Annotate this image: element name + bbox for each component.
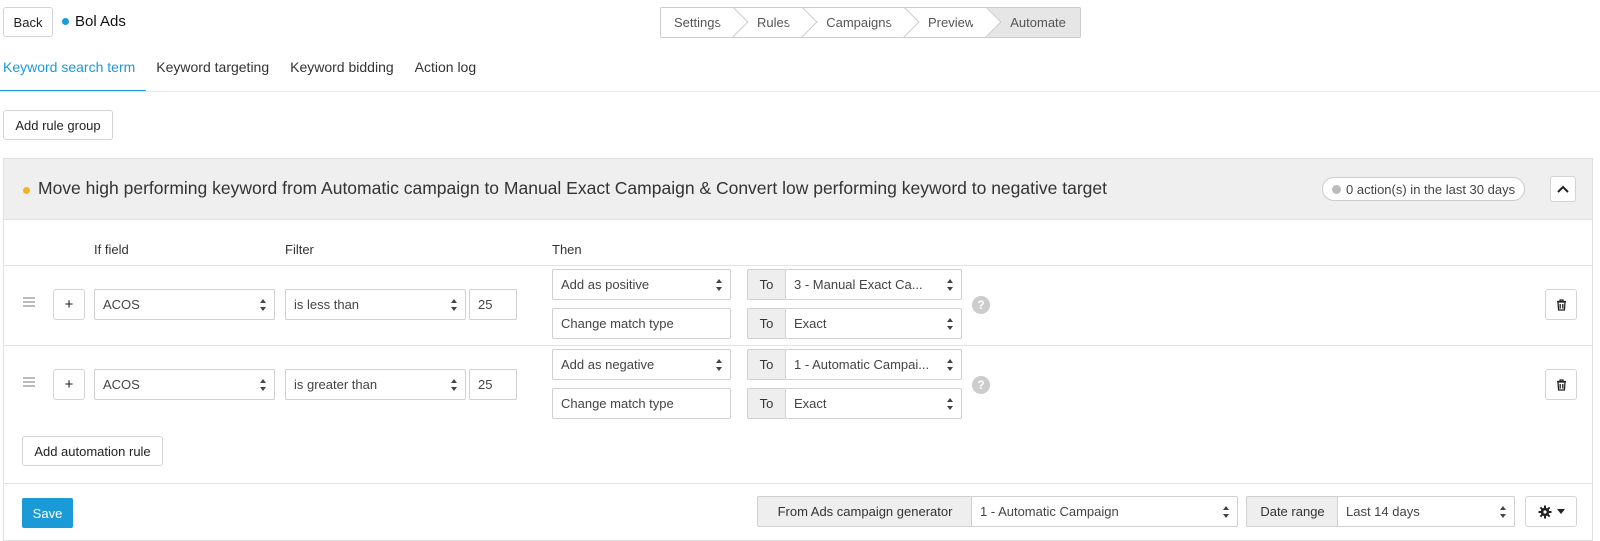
- target-select[interactable]: 3 - Manual Exact Ca...: [785, 269, 962, 300]
- step-campaigns[interactable]: Campaigns: [804, 8, 906, 37]
- to-label: To: [747, 308, 785, 339]
- select-caret-icon: [260, 379, 266, 391]
- status-dot-icon: [62, 18, 69, 25]
- select-caret-icon: [260, 299, 266, 311]
- save-button[interactable]: Save: [22, 498, 73, 528]
- back-button[interactable]: Back: [3, 7, 53, 37]
- select-caret-icon: [1223, 506, 1229, 518]
- delete-rule-button[interactable]: [1545, 369, 1577, 400]
- value-input[interactable]: 25: [469, 369, 517, 400]
- filter-value: is greater than: [294, 377, 378, 392]
- filter-value: is less than: [294, 297, 360, 312]
- if-field-value: ACOS: [103, 297, 140, 312]
- add-condition-button[interactable]: +: [53, 369, 85, 400]
- filter-select[interactable]: is less than: [285, 289, 466, 320]
- source-label: From Ads campaign generator: [757, 496, 972, 527]
- target-value: 3 - Manual Exact Ca...: [794, 277, 923, 292]
- chevron-up-icon: [1557, 185, 1569, 193]
- badge-dot-icon: [1332, 184, 1341, 194]
- date-range-select[interactable]: Last 14 days: [1337, 496, 1515, 527]
- select-caret-icon: [451, 379, 457, 391]
- add-condition-button[interactable]: +: [53, 289, 85, 320]
- tabs-divider: [0, 91, 1600, 92]
- select-caret-icon: [947, 398, 953, 410]
- to-label: To: [747, 269, 785, 300]
- col-if-field: If field: [94, 242, 129, 257]
- match-type-value: Exact: [794, 316, 827, 331]
- col-then: Then: [552, 242, 582, 257]
- select-caret-icon: [716, 279, 722, 291]
- select-caret-icon: [947, 318, 953, 330]
- actions-badge: 0 action(s) in the last 30 days: [1322, 177, 1526, 201]
- app-title-wrap: Bol Ads: [62, 13, 126, 30]
- trash-icon: [1556, 378, 1566, 391]
- trash-icon: [1556, 298, 1566, 311]
- gear-icon: [1538, 505, 1551, 518]
- match-type-select[interactable]: Exact: [785, 308, 962, 339]
- tab-bar: Keyword search term Keyword targeting Ke…: [0, 52, 497, 92]
- tab-keyword-search-term[interactable]: Keyword search term: [0, 52, 147, 92]
- target-value: 1 - Automatic Campai...: [794, 357, 930, 372]
- col-filter: Filter: [285, 242, 314, 257]
- tab-keyword-targeting[interactable]: Keyword targeting: [156, 52, 280, 92]
- if-field-select[interactable]: ACOS: [94, 369, 275, 400]
- caret-down-icon: [1556, 509, 1565, 514]
- date-range-label: Date range: [1246, 496, 1338, 527]
- action-input[interactable]: Change match type: [552, 308, 731, 339]
- rule-group: Move high performing keyword from Automa…: [3, 158, 1593, 541]
- rule-group-title: Move high performing keyword from Automa…: [38, 178, 1107, 198]
- rule-group-header: Move high performing keyword from Automa…: [4, 159, 1592, 220]
- drag-handle-icon[interactable]: [23, 297, 35, 307]
- step-settings[interactable]: Settings: [661, 8, 735, 37]
- source-campaign-value: 1 - Automatic Campaign: [980, 504, 1119, 519]
- add-automation-rule-button[interactable]: Add automation rule: [22, 436, 163, 466]
- target-select[interactable]: 1 - Automatic Campai...: [785, 349, 962, 380]
- action-value: Add as negative: [561, 357, 655, 372]
- action-input[interactable]: Change match type: [552, 388, 731, 419]
- row-divider: [4, 345, 1592, 346]
- select-caret-icon: [451, 299, 457, 311]
- match-type-value: Exact: [794, 396, 827, 411]
- action-select[interactable]: Add as positive: [552, 269, 731, 300]
- value-input[interactable]: 25: [469, 289, 517, 320]
- step-automate[interactable]: Automate: [988, 8, 1080, 37]
- actions-badge-text: 0 action(s) in the last 30 days: [1346, 181, 1516, 197]
- if-field-select[interactable]: ACOS: [94, 289, 275, 320]
- match-type-select[interactable]: Exact: [785, 388, 962, 419]
- settings-dropdown-button[interactable]: [1525, 496, 1577, 527]
- help-icon[interactable]: ?: [972, 376, 990, 394]
- header-divider: [4, 265, 1592, 266]
- to-label: To: [747, 388, 785, 419]
- wizard-stepper: Settings Rules Campaigns Preview Automat…: [660, 7, 1081, 38]
- filter-select[interactable]: is greater than: [285, 369, 466, 400]
- tab-action-log[interactable]: Action log: [415, 52, 487, 92]
- select-caret-icon: [947, 279, 953, 291]
- rule-status-dot-icon: [23, 187, 30, 194]
- collapse-button[interactable]: [1550, 176, 1576, 202]
- if-field-value: ACOS: [103, 377, 140, 392]
- drag-handle-icon[interactable]: [23, 377, 35, 387]
- add-rule-group-button[interactable]: Add rule group: [3, 110, 113, 140]
- action-select[interactable]: Add as negative: [552, 349, 731, 380]
- date-range-value: Last 14 days: [1346, 504, 1420, 519]
- source-campaign-select[interactable]: 1 - Automatic Campaign: [971, 496, 1238, 527]
- help-icon[interactable]: ?: [972, 296, 990, 314]
- footer-divider: [4, 483, 1592, 484]
- select-caret-icon: [947, 359, 953, 371]
- to-label: To: [747, 349, 785, 380]
- select-caret-icon: [1500, 506, 1506, 518]
- delete-rule-button[interactable]: [1545, 289, 1577, 320]
- action-value: Add as positive: [561, 277, 650, 292]
- tab-keyword-bidding[interactable]: Keyword bidding: [290, 52, 405, 92]
- app-title: Bol Ads: [75, 13, 126, 30]
- select-caret-icon: [716, 359, 722, 371]
